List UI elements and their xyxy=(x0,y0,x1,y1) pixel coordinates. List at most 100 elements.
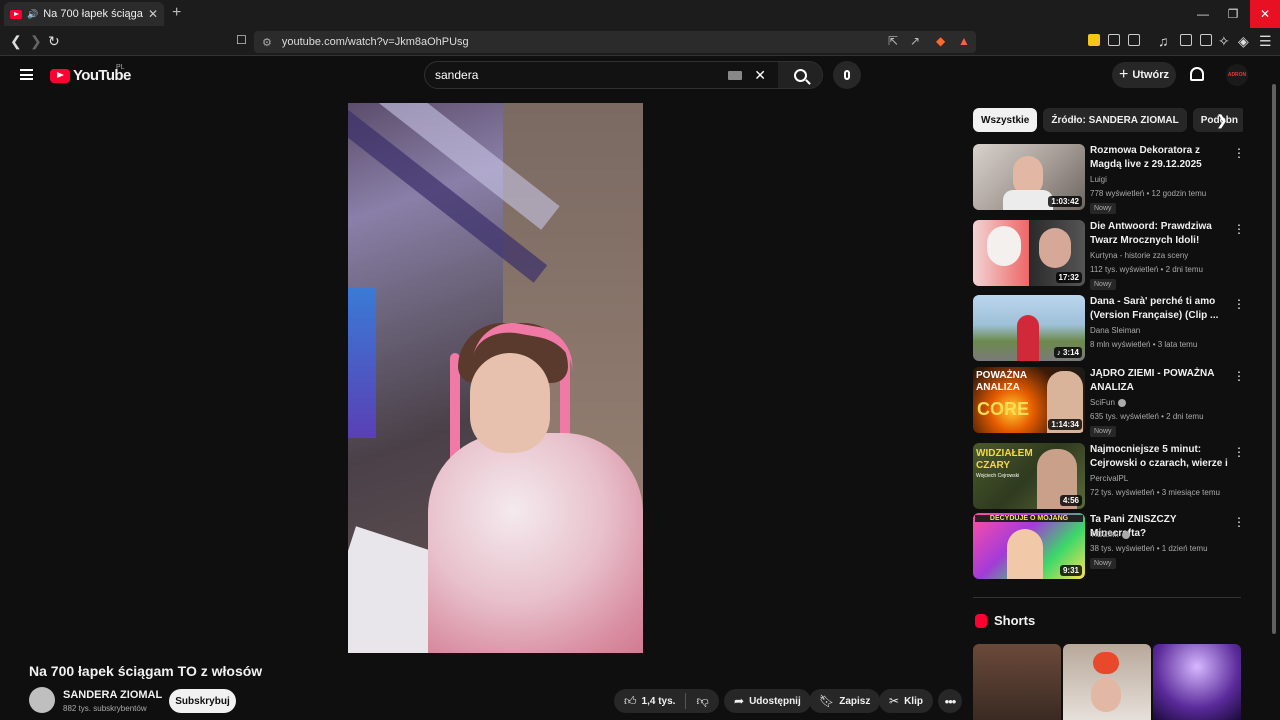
plus-icon: + xyxy=(1118,66,1129,83)
more-vert-icon[interactable]: ⋮ xyxy=(1233,222,1245,236)
recommendation-item[interactable]: 1:03:42 Rozmowa Dekoratora z Magdą live … xyxy=(973,144,1248,214)
video-duration: 4:56 xyxy=(1059,495,1082,506)
sidebar-icon[interactable] xyxy=(1180,34,1192,46)
create-button[interactable]: + Utwórz xyxy=(1112,62,1176,88)
keyboard-icon[interactable] xyxy=(728,70,743,80)
maximize-button[interactable]: ❐ xyxy=(1218,0,1248,28)
video-thumbnail[interactable]: 1:03:42 xyxy=(973,144,1085,210)
chip-all[interactable]: Wszystkie xyxy=(973,108,1038,132)
close-tab-icon[interactable]: ✕ xyxy=(148,7,158,21)
menu-icon[interactable]: ☰ xyxy=(1259,33,1272,50)
close-window-button[interactable]: ✕ xyxy=(1250,0,1280,28)
more-vert-icon[interactable]: ⋮ xyxy=(1233,297,1245,311)
open-in-icon[interactable]: ⇱ xyxy=(888,34,898,48)
recommendation-meta: 72 tys. wyświetleń • 3 miesiące temu xyxy=(1090,488,1220,497)
minimize-button[interactable]: — xyxy=(1188,0,1218,28)
thumb-text: Wojciech Cejrowski xyxy=(976,473,1020,479)
video-thumbnail[interactable]: 17:32 xyxy=(973,220,1085,286)
recommendation-channel[interactable]: Dana Sleiman xyxy=(1090,326,1140,335)
video-thumbnail[interactable]: DECYDUJE O MOJANG 9:31 xyxy=(973,513,1085,579)
clip-button[interactable]: ✂ Klip xyxy=(879,689,933,713)
media-icon[interactable]: ♫ xyxy=(1158,33,1169,49)
youtube-logo[interactable]: YouTube PL xyxy=(50,64,131,84)
share-button[interactable]: ➦ Udostępnij xyxy=(724,689,811,713)
thumb-text: ANALIZA xyxy=(976,382,1020,393)
new-tab-button[interactable]: + xyxy=(172,4,181,22)
save-label: Zapisz xyxy=(839,695,871,707)
video-duration: ♪ 3:14 xyxy=(1053,347,1082,358)
brave-shields-icon[interactable]: ◆ xyxy=(936,34,945,48)
audio-playing-icon[interactable]: 🔊 xyxy=(27,9,38,20)
more-vert-icon[interactable]: ⋮ xyxy=(1233,369,1245,383)
search-input[interactable]: sandera xyxy=(435,68,728,82)
more-vert-icon[interactable]: ⋮ xyxy=(1233,515,1245,529)
thumbs-up-icon: 👍︎ xyxy=(624,693,637,708)
reload-icon[interactable]: ↻ xyxy=(48,33,60,50)
video-player[interactable] xyxy=(348,103,643,653)
clear-search-icon[interactable]: ✕ xyxy=(754,67,766,84)
site-info-icon[interactable]: ⚙ xyxy=(262,36,272,49)
account-avatar[interactable]: ADRON xyxy=(1226,64,1248,86)
recommendation-title[interactable]: Dana - Sarà' perché ti amo (Version Fran… xyxy=(1090,295,1230,323)
chevron-right-icon[interactable]: ❯ xyxy=(1216,112,1228,129)
vpn-icon[interactable]: ◈ xyxy=(1238,33,1249,50)
bookmark-icon[interactable]: ☐ xyxy=(236,33,247,47)
page-scrollbar[interactable] xyxy=(1270,56,1278,720)
save-button[interactable]: 🔖︎ Zapisz xyxy=(809,689,881,713)
video-duration: 1:03:42 xyxy=(1048,196,1082,207)
recommendation-channel[interactable]: TIDZIMI xyxy=(1090,530,1130,539)
short-thumbnail[interactable] xyxy=(1153,644,1241,720)
search-button[interactable] xyxy=(778,62,822,88)
shorts-heading: Shorts xyxy=(994,613,1036,628)
youtube-favicon-icon xyxy=(10,9,22,19)
recommendation-title[interactable]: Die Antwoord: Prawdziwa Twarz Mrocznych … xyxy=(1090,220,1230,248)
notifications-bell-icon[interactable] xyxy=(1190,67,1204,81)
video-thumbnail[interactable]: ♪ 3:14 xyxy=(973,295,1085,361)
like-button[interactable]: 👍︎ 1,4 tys. xyxy=(614,689,685,713)
recommendation-channel[interactable]: Luigi xyxy=(1090,175,1107,184)
forward-icon[interactable]: ❯ xyxy=(30,33,42,50)
recommendation-title[interactable]: JĄDRO ZIEMI - POWAŻNA ANALIZA xyxy=(1090,367,1230,395)
microphone-icon xyxy=(844,70,850,80)
recommendation-title[interactable]: Najmocniejsze 5 minut: Cejrowski o czara… xyxy=(1090,443,1230,471)
extension-icon[interactable] xyxy=(1088,34,1100,46)
recommendation-item[interactable]: WIDZIAŁEM CZARY Wojciech Cejrowski 4:56 … xyxy=(973,443,1248,511)
recommendation-item[interactable]: POWAŻNA ANALIZA CORE 1:14:34 JĄDRO ZIEMI… xyxy=(973,367,1248,437)
video-frame-face xyxy=(470,353,550,453)
recommendation-channel[interactable]: Kurtyna - historie zza sceny xyxy=(1090,251,1188,260)
address-bar[interactable]: ⚙ youtube.com/watch?v=Jkm8aOhPUsg ⇱ ↗ ◆ … xyxy=(254,31,976,53)
more-vert-icon[interactable]: ⋮ xyxy=(1233,146,1245,160)
scrollbar-thumb[interactable] xyxy=(1272,84,1276,634)
channel-name[interactable]: SANDERA ZIOMAL xyxy=(63,689,162,701)
youtube-header: YouTube PL sandera ✕ + Utwórz ADRON xyxy=(0,56,1280,96)
recommendation-channel[interactable]: SciFun xyxy=(1090,398,1126,407)
video-thumbnail[interactable]: WIDZIAŁEM CZARY Wojciech Cejrowski 4:56 xyxy=(973,443,1085,509)
recommendation-title[interactable]: Rozmowa Dekoratora z Magdą live z 29.12.… xyxy=(1090,144,1230,172)
recommendation-item[interactable]: 17:32 Die Antwoord: Prawdziwa Twarz Mroc… xyxy=(973,220,1248,290)
guide-menu-icon[interactable] xyxy=(20,69,33,80)
back-icon[interactable]: ❮ xyxy=(10,33,22,50)
recommendation-channel[interactable]: PercivalPL xyxy=(1090,474,1128,483)
puzzle-icon[interactable] xyxy=(1108,34,1120,46)
more-actions-button[interactable]: ••• xyxy=(938,689,962,713)
chip-source[interactable]: Źródło: SANDERA ZIOMAL xyxy=(1043,108,1187,132)
leo-icon[interactable]: ✧ xyxy=(1218,33,1230,50)
rewards-icon[interactable]: ▲ xyxy=(958,34,970,48)
create-label: Utwórz xyxy=(1132,69,1169,81)
short-thumbnail[interactable] xyxy=(973,644,1061,720)
wallet-icon[interactable] xyxy=(1200,34,1212,46)
short-thumbnail[interactable] xyxy=(1063,644,1151,720)
recommendation-item[interactable]: DECYDUJE O MOJANG 9:31 Ta Pani ZNISZCZY … xyxy=(973,513,1248,581)
video-duration: 1:14:34 xyxy=(1048,419,1082,430)
recommendation-item[interactable]: ♪ 3:14 Dana - Sarà' perché ti amo (Versi… xyxy=(973,295,1248,363)
browser-tab[interactable]: 🔊 Na 700 łapek ściągam TO z w ✕ xyxy=(4,2,164,26)
share-page-icon[interactable]: ↗ xyxy=(910,34,920,48)
subscribe-button[interactable]: Subskrybuj xyxy=(169,689,236,713)
video-title: Na 700 łapek ściągam TO z włosów xyxy=(29,663,263,679)
channel-avatar[interactable] xyxy=(29,687,55,713)
screenshot-icon[interactable] xyxy=(1128,34,1140,46)
more-vert-icon[interactable]: ⋮ xyxy=(1233,445,1245,459)
video-thumbnail[interactable]: POWAŻNA ANALIZA CORE 1:14:34 xyxy=(973,367,1085,433)
voice-search-button[interactable] xyxy=(833,61,861,89)
dislike-button[interactable]: 👎︎ xyxy=(686,689,718,713)
